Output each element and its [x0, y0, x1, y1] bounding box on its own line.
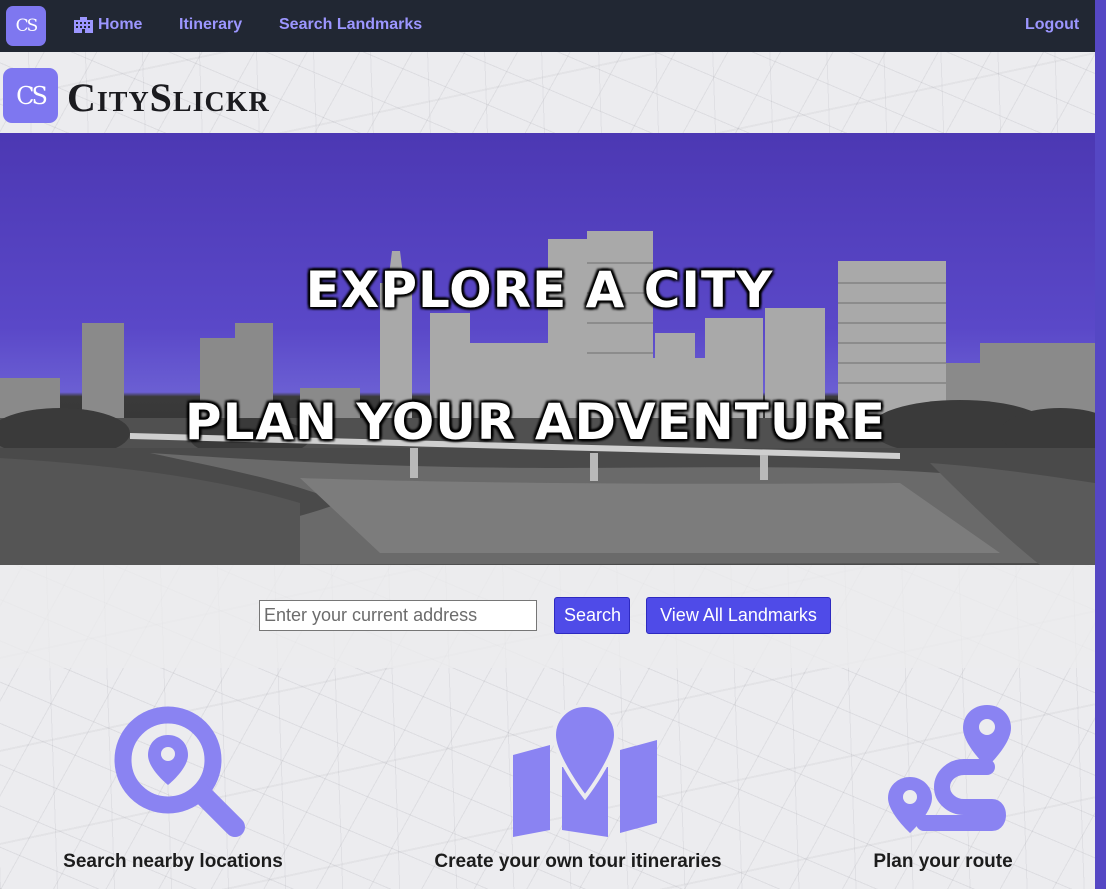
brand-logo[interactable]: CS	[3, 68, 58, 123]
route-icon	[888, 705, 1011, 833]
search-location-icon	[114, 706, 245, 837]
brand-name: CitySlickr	[67, 75, 270, 120]
nav-logo[interactable]: CS	[6, 6, 46, 46]
hero-title-line1: EXPLORE A CITY	[305, 261, 774, 319]
hero-title-line2: PLAN YOUR ADVENTURE	[184, 393, 887, 451]
city-skyline-image	[0, 231, 1095, 565]
nav-search-landmarks-link[interactable]: Search Landmarks	[279, 16, 422, 34]
top-navbar: CS Home Itinerary Search Landmarks Logou…	[0, 0, 1095, 52]
search-button[interactable]: Search	[554, 597, 630, 634]
map-location-icon	[513, 705, 657, 837]
nav-home-label: Home	[98, 16, 143, 33]
nav-logout-link[interactable]: Logout	[1025, 16, 1079, 34]
nav-home-link[interactable]: Home	[74, 16, 142, 34]
nav-itinerary-link[interactable]: Itinerary	[179, 16, 242, 34]
feature-label: Create your own tour itineraries	[434, 851, 722, 872]
building-icon	[74, 17, 93, 33]
feature-label: Search nearby locations	[63, 851, 283, 872]
view-all-landmarks-button[interactable]: View All Landmarks	[646, 597, 831, 634]
scrollbar[interactable]	[1095, 0, 1106, 889]
search-section: Search View All Landmarks	[0, 565, 1095, 668]
feature-label: Plan your route	[873, 851, 1013, 872]
address-input[interactable]	[259, 600, 537, 631]
hero-banner: EXPLORE A CITY PLAN YOUR ADVENTURE	[0, 133, 1095, 565]
